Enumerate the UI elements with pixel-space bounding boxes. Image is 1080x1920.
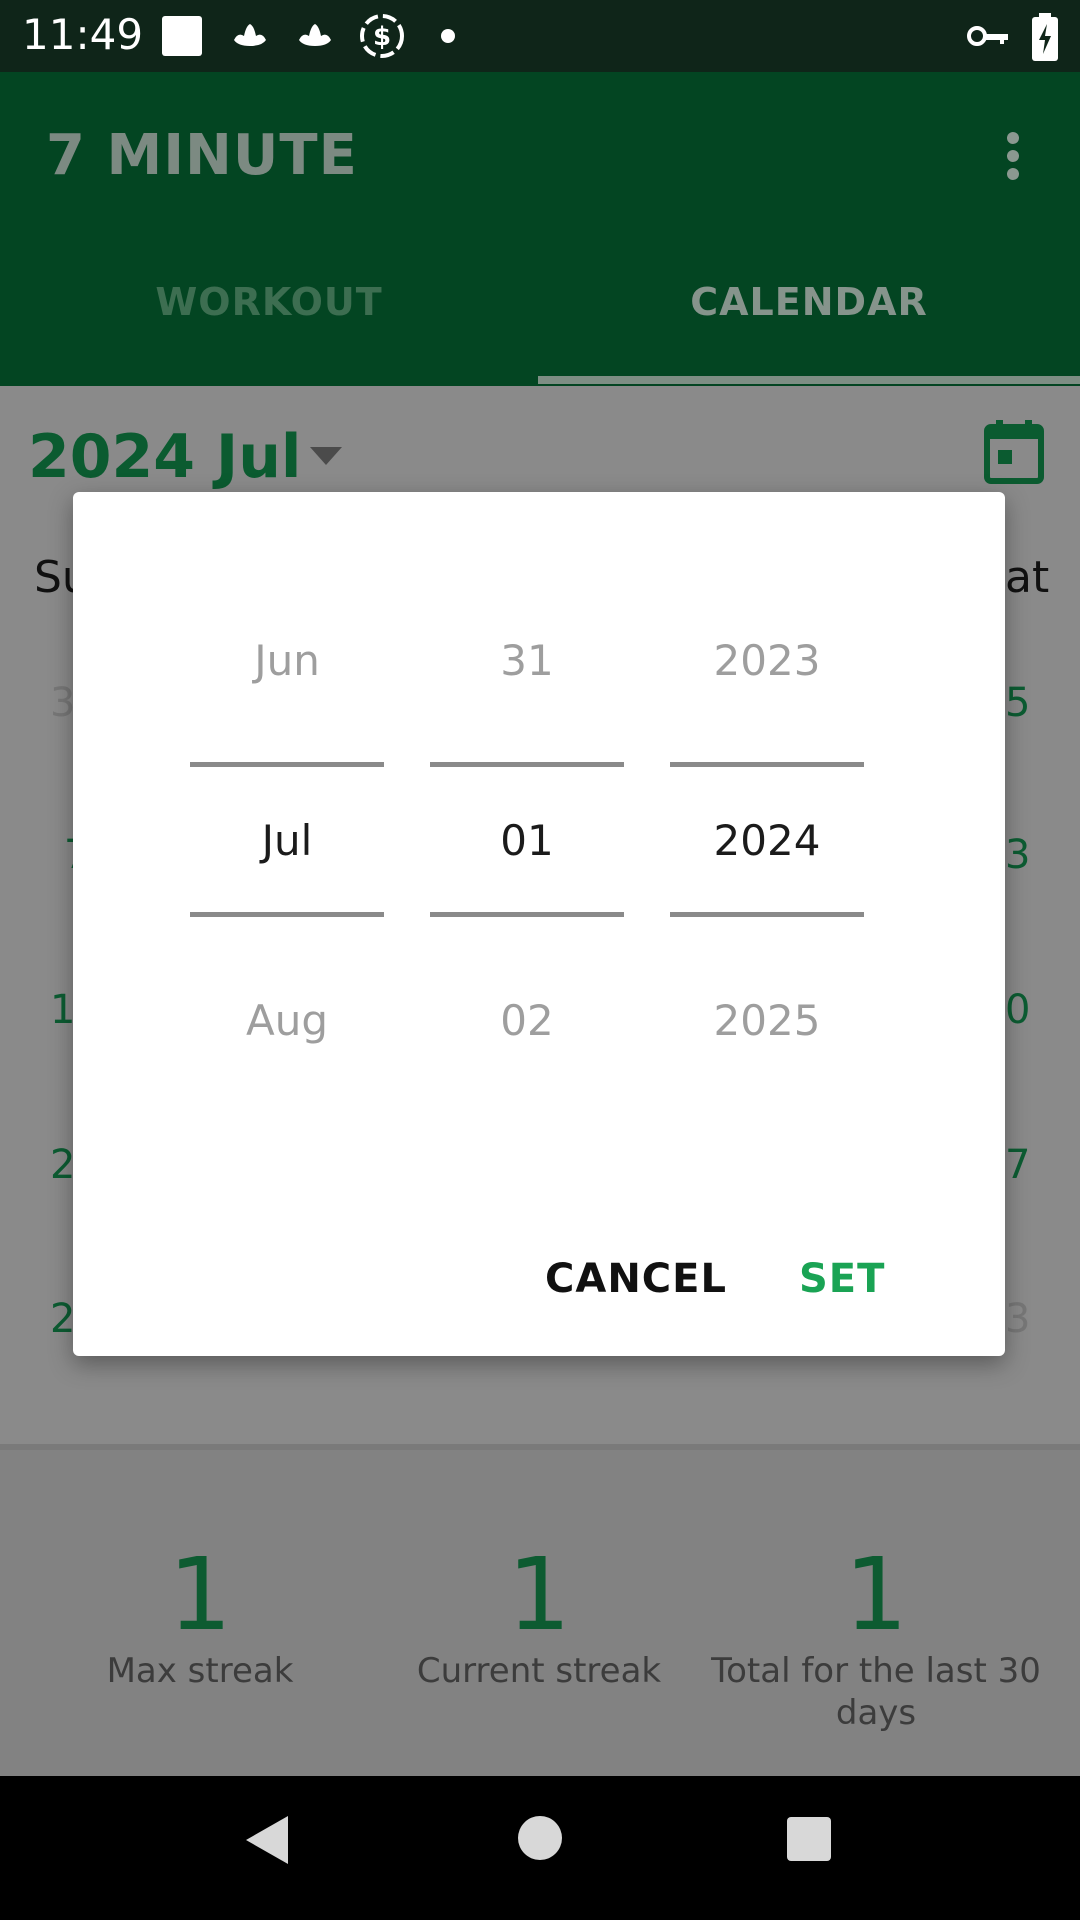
day-next[interactable]: 02 [430,996,624,1045]
year-prev[interactable]: 2023 [670,636,864,685]
day-cell[interactable]: 2 [50,1142,75,1188]
square-notification-icon [162,16,202,56]
navigation-bar [0,1776,1080,1920]
stat-label: Current streak [416,1651,662,1691]
stat-label: Max streak [106,1651,294,1691]
month-prev[interactable]: Jun [190,636,384,685]
vpn-key-icon [967,26,1008,46]
year-next[interactable]: 2025 [670,996,864,1045]
picker-divider [670,912,864,917]
more-vert-icon[interactable] [990,128,1036,184]
picker-divider [430,912,624,917]
cancel-button[interactable]: CANCEL [545,1256,727,1302]
dollar-sync-icon: $ [360,14,404,58]
day-cell[interactable]: 3 [1005,832,1030,878]
day-cell[interactable]: 1 [50,987,75,1033]
lotus-icon [234,24,266,46]
dot-icon [441,29,455,43]
home-icon[interactable] [516,1814,564,1862]
month-selected[interactable]: Jul [190,816,384,865]
picker-divider [190,762,384,767]
picker-divider [670,762,864,767]
recents-icon[interactable] [786,1816,832,1862]
battery-charging-icon [1032,13,1058,61]
picker-divider [190,912,384,917]
day-cell[interactable]: 2 [50,1296,75,1342]
calendar-icon[interactable] [984,420,1044,484]
month-next[interactable]: Aug [190,996,384,1045]
stat-value: 1 [168,1536,232,1653]
svg-text:$: $ [373,22,391,52]
status-time: 11:49 [22,10,144,59]
stat-current-streak: 1 Current streak [369,1540,709,1692]
stat-total-30-days: 1 Total for the last 30 days [706,1540,1046,1734]
stat-label: Total for the last 30 days [711,1651,1041,1733]
day-cell[interactable]: 3 [1005,1296,1030,1342]
day-cell[interactable]: 7 [1005,1142,1030,1188]
picker-divider [430,762,624,767]
stat-value: 1 [507,1536,571,1653]
day-cell[interactable]: 0 [1005,987,1030,1033]
weekday-last: at [1005,552,1050,603]
month-title[interactable]: 2024 Jul [28,422,302,492]
tab-workout[interactable]: WORKOUT [0,280,538,350]
set-button[interactable]: SET [799,1256,885,1302]
status-bar: 11:49 $ [0,0,1080,72]
tab-indicator [538,376,1080,384]
day-cell[interactable]: 3 [50,680,75,726]
caret-down-icon[interactable] [310,447,342,465]
tab-calendar[interactable]: CALENDAR [538,280,1080,350]
stat-value: 1 [844,1536,908,1653]
day-selected[interactable]: 01 [430,816,624,865]
stat-max-streak: 1 Max streak [30,1540,370,1692]
day-cell[interactable]: 5 [1005,680,1030,726]
day-picker[interactable]: 31 01 02 [430,600,624,1060]
lotus-icon [299,24,331,46]
month-picker[interactable]: Jun Jul Aug [190,600,384,1060]
year-selected[interactable]: 2024 [670,816,864,865]
day-prev[interactable]: 31 [430,636,624,685]
year-picker[interactable]: 2023 2024 2025 [670,600,864,1060]
app-title: 7 MINUTE [46,123,358,188]
back-icon[interactable] [242,1814,290,1866]
